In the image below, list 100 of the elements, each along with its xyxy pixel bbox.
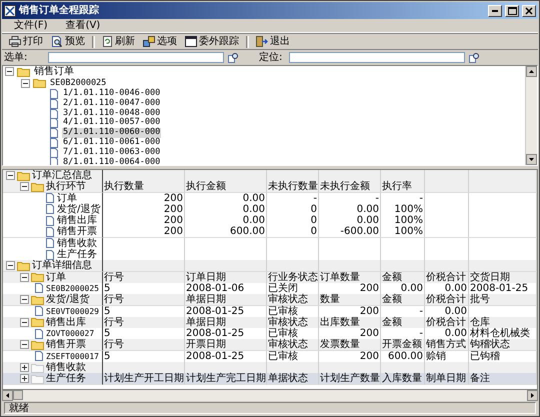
folder-icon: [33, 78, 46, 88]
track-button[interactable]: 委外跟踪: [182, 34, 242, 48]
search-icon: [228, 52, 239, 63]
tree-item[interactable]: 销售收款: [57, 238, 97, 249]
column-header: 钩稽状态: [469, 339, 537, 352]
tree-toggle-icon[interactable]: [20, 363, 29, 372]
tree-item[interactable]: 3/1.01.110-0048-000: [62, 108, 162, 118]
tree-item[interactable]: 销售出库: [57, 215, 97, 226]
input-field[interactable]: [289, 52, 465, 63]
table-cell: [425, 170, 469, 182]
tree-item[interactable]: 生产任务: [46, 373, 86, 384]
table-cell: 已审核: [267, 350, 319, 363]
scroll-thumb[interactable]: [13, 390, 23, 400]
options-icon: [143, 36, 155, 47]
tree-toggle-icon[interactable]: [6, 171, 15, 180]
tree-item[interactable]: SE0VT000029: [46, 306, 99, 317]
window-title: 销售订单全程跟踪: [19, 4, 100, 16]
tree-item[interactable]: SE0B2000025: [49, 78, 108, 89]
print-button[interactable]: 打印: [6, 34, 46, 48]
tree-toggle-icon[interactable]: [20, 295, 29, 304]
tree-item[interactable]: 销售订单: [33, 66, 75, 78]
tree-item[interactable]: 发货/退货: [46, 294, 90, 306]
column-header: 计划生产完工日期: [185, 373, 267, 386]
tree-item[interactable]: 执行环节: [46, 181, 86, 192]
column-header: 行号: [103, 294, 185, 306]
table-cell: [267, 170, 319, 182]
tree-item[interactable]: 发货/退货: [57, 204, 100, 215]
refresh-button[interactable]: 刷新: [99, 34, 138, 48]
preview-button[interactable]: 预览: [48, 34, 88, 48]
tree-toggle-icon[interactable]: [20, 374, 29, 384]
column-header: 审核状态: [267, 339, 319, 352]
vertical-scrollbar[interactable]: [525, 66, 537, 165]
tree-item[interactable]: 销售开票: [46, 339, 86, 350]
options-button[interactable]: 选项: [140, 34, 180, 48]
column-header: 审核状态: [267, 294, 319, 306]
tree-item[interactable]: ZSEFT000017: [46, 350, 99, 362]
tree-toggle-icon[interactable]: [21, 78, 30, 88]
table-cell: 2008-01-25: [185, 306, 267, 318]
tree-item[interactable]: 订单: [46, 272, 66, 283]
table-cell: 200: [319, 282, 381, 295]
search-icon: [469, 52, 480, 63]
scroll-right-button[interactable]: [527, 390, 538, 401]
scroll-up-button[interactable]: [526, 66, 537, 77]
search-button[interactable]: [228, 52, 239, 63]
tree-item[interactable]: 销售开票: [57, 226, 97, 238]
tree-toggle-icon[interactable]: [20, 318, 29, 327]
column-header: 销售方式: [425, 339, 469, 352]
tree-item[interactable]: 7/1.01.110-0063-000: [62, 148, 162, 158]
table-cell: [469, 260, 537, 272]
scroll-down-button[interactable]: [526, 154, 537, 165]
horizontal-scrollbar[interactable]: [2, 390, 538, 401]
document-icon: [49, 138, 59, 148]
tree-item[interactable]: 6/1.01.110-0061-000: [62, 138, 162, 148]
tree-item[interactable]: 销售收款: [46, 362, 86, 374]
menu-item[interactable]: 文件(F): [6, 20, 56, 32]
tree-toggle-icon[interactable]: [6, 261, 15, 270]
tree-item[interactable]: 订单详细信息: [32, 260, 92, 272]
tree-item[interactable]: 订单汇总信息: [32, 170, 92, 181]
document-icon: [49, 108, 59, 118]
maximize-icon: [508, 6, 516, 14]
menu-item[interactable]: 查看(V): [58, 20, 108, 32]
tree-item[interactable]: 1/1.01.110-0046-000: [62, 89, 162, 99]
input-field[interactable]: [48, 52, 224, 63]
maximize-button[interactable]: [505, 4, 519, 16]
minimize-button[interactable]: [488, 4, 502, 16]
tree-item[interactable]: 8/1.01.110-0064-000: [62, 158, 162, 165]
tree-item[interactable]: ZOVT000027: [46, 328, 94, 340]
tree-toggle-icon[interactable]: [20, 182, 29, 192]
tree-toggle-icon[interactable]: [20, 272, 29, 282]
search-button[interactable]: [469, 52, 480, 63]
table-cell: [425, 362, 469, 374]
document-icon: [49, 98, 59, 109]
column-header: 价税合计: [425, 272, 469, 284]
exit-button[interactable]: 退出: [253, 34, 293, 48]
app-icon: [4, 4, 16, 16]
tree-item[interactable]: 生产任务: [57, 249, 97, 260]
table-cell: 200: [103, 204, 185, 216]
table-cell: 已关闭: [267, 282, 319, 295]
table-cell: [267, 249, 319, 262]
tree-item[interactable]: 4/1.01.110-0057-000: [62, 118, 162, 128]
tree-toggle-icon[interactable]: [20, 340, 29, 350]
tree-toggle-icon[interactable]: [5, 67, 14, 76]
status-text: 就绪: [4, 402, 536, 414]
table-cell: [319, 362, 381, 374]
tree-item[interactable]: SE0B2000025: [46, 282, 99, 294]
table-cell: [267, 362, 319, 374]
table-cell: 2008-01-25: [185, 350, 267, 363]
tree-item[interactable]: 销售出库: [46, 316, 86, 328]
scroll-left-button[interactable]: [2, 390, 13, 401]
tree-item[interactable]: 2/1.01.110-0047-000: [62, 98, 162, 109]
close-button[interactable]: [522, 4, 536, 16]
table-cell: 0.00: [319, 204, 381, 216]
tree-item[interactable]: 订单: [57, 192, 77, 204]
column-header: 行号: [103, 339, 185, 352]
table-cell: [469, 170, 537, 182]
table-cell: 0: [267, 226, 319, 238]
column-header: 开票日期: [185, 339, 267, 352]
table-cell: 已钩稽: [469, 350, 537, 363]
tree-item[interactable]: 5/1.01.110-0060-000: [62, 128, 162, 138]
table-cell: [381, 362, 425, 374]
